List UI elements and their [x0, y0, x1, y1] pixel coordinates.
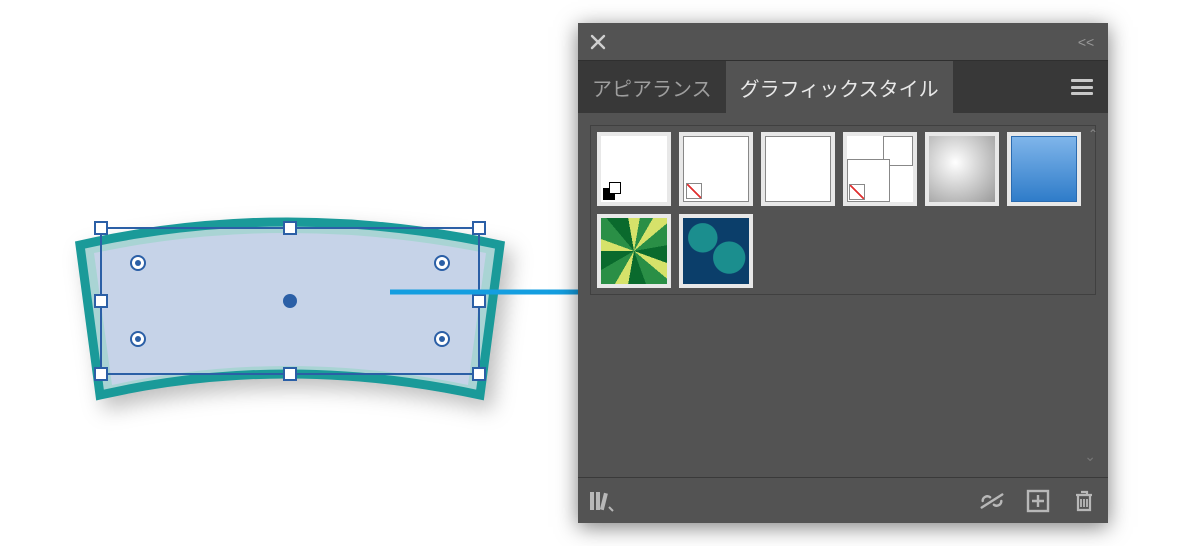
expand-down-icon[interactable]: ⌄ [1084, 448, 1096, 465]
menu-icon [1071, 79, 1093, 95]
panel-tabs: アピアランス グラフィックスタイル [578, 61, 1108, 113]
style-swatch-blue-pattern[interactable] [679, 214, 753, 288]
resize-handle-tl[interactable] [94, 221, 108, 235]
swatch-preview [683, 218, 749, 284]
swatch-preview [683, 136, 749, 202]
swatch-preview [1011, 136, 1077, 202]
panel-body: ⌃ ⌄ [578, 113, 1108, 477]
resize-handle-l[interactable] [94, 294, 108, 308]
new-style-icon [1026, 489, 1050, 513]
tab-appearance[interactable]: アピアランス [578, 61, 726, 113]
resize-handle-b[interactable] [283, 367, 297, 381]
swatch-preview [601, 136, 667, 202]
resize-handle-br[interactable] [472, 367, 486, 381]
expand-up-icon[interactable]: ⌃ [1088, 127, 1098, 141]
tab-label: グラフィックスタイル [740, 73, 939, 102]
style-swatch-blue-gradient[interactable] [1007, 132, 1081, 206]
close-icon [590, 34, 606, 50]
new-style-button[interactable] [1024, 487, 1052, 515]
style-swatch-green-pattern[interactable] [597, 214, 671, 288]
panel-titlebar[interactable]: << [578, 23, 1108, 61]
resize-handle-bl[interactable] [94, 367, 108, 381]
panel-footer [578, 477, 1108, 523]
library-icon [589, 490, 615, 512]
envelope-anchor-bl[interactable] [130, 331, 146, 347]
tab-label: アピアランス [592, 73, 712, 102]
style-swatch-whitebox[interactable] [761, 132, 835, 206]
break-link-icon [978, 491, 1006, 511]
envelope-anchor-br[interactable] [434, 331, 450, 347]
collapse-panel-button[interactable]: << [1074, 32, 1098, 52]
delete-style-button[interactable] [1070, 487, 1098, 515]
style-swatch-gray-gradient[interactable] [925, 132, 999, 206]
panel-menu-button[interactable] [1056, 61, 1108, 113]
delete-icon [1073, 489, 1095, 513]
envelope-anchor-tl[interactable] [130, 255, 146, 271]
close-panel-button[interactable] [588, 32, 608, 52]
style-grid [590, 125, 1096, 295]
tab-graphic-styles[interactable]: グラフィックスタイル [726, 61, 953, 113]
resize-handle-t[interactable] [283, 221, 297, 235]
style-swatch-nofill[interactable] [679, 132, 753, 206]
graphic-styles-panel: << アピアランス グラフィックスタイル [578, 23, 1108, 523]
swatch-preview [847, 136, 913, 202]
swatch-preview [929, 136, 995, 202]
envelope-anchor-tr[interactable] [434, 255, 450, 271]
canvas-artwork[interactable] [60, 205, 510, 425]
resize-handle-tr[interactable] [472, 221, 486, 235]
swatch-preview [765, 136, 831, 202]
style-swatch-default[interactable] [597, 132, 671, 206]
style-libraries-button[interactable] [588, 487, 616, 515]
collapse-icon: << [1078, 34, 1094, 50]
style-swatch-two-boxes[interactable] [843, 132, 917, 206]
fill-stroke-icon [603, 182, 621, 200]
center-point [283, 294, 297, 308]
break-link-button[interactable] [978, 487, 1006, 515]
swatch-preview [601, 218, 667, 284]
